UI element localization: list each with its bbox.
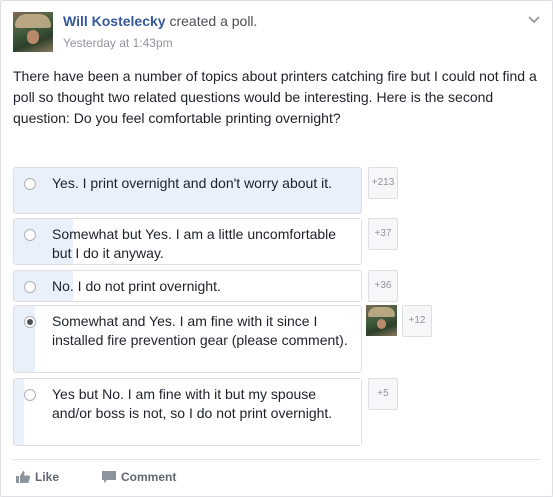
post-card: Will Kostelecky created a poll. Yesterda… (0, 0, 553, 497)
poll-option-label: Somewhat and Yes. I am fine with it sinc… (52, 313, 348, 348)
voter-avatar[interactable] (366, 305, 397, 336)
comment-button[interactable]: Comment (101, 469, 191, 485)
post-action-text: created a poll. (165, 13, 258, 29)
vote-count-badge[interactable]: +213 (368, 167, 398, 199)
chevron-down-icon[interactable] (526, 13, 542, 27)
comment-label: Comment (121, 470, 177, 484)
poll-option[interactable]: Yes but No. I am fine with it but my spo… (13, 378, 362, 446)
vote-count-badge[interactable]: +5 (368, 378, 398, 410)
post-body-text: There have been a number of topics about… (13, 68, 537, 126)
avatar-face (27, 30, 39, 44)
poll-option[interactable]: Somewhat but Yes. I am a little uncomfor… (13, 218, 362, 265)
post-header: Will Kostelecky created a poll. (63, 13, 257, 29)
vote-count-badge[interactable]: +37 (368, 218, 398, 250)
radio-button[interactable] (24, 229, 36, 241)
author-name-link[interactable]: Will Kostelecky (63, 13, 166, 29)
comment-bubble-icon (102, 471, 116, 483)
poll-option[interactable]: Somewhat and Yes. I am fine with it sinc… (13, 305, 362, 373)
like-label: Like (35, 470, 60, 484)
like-button[interactable]: Like (15, 469, 75, 485)
radio-button[interactable] (24, 178, 36, 190)
radio-button[interactable] (24, 389, 36, 401)
radio-button[interactable] (24, 281, 36, 293)
avatar-umbrella (15, 14, 51, 28)
voter-avatar-face (377, 319, 386, 329)
poll-option-fill (14, 379, 25, 445)
poll-option-label: No. I do not print overnight. (52, 278, 221, 294)
vote-count-badge[interactable]: +12 (402, 305, 432, 337)
author-avatar[interactable] (13, 12, 53, 52)
poll-option-label: Yes but No. I am fine with it but my spo… (52, 386, 333, 421)
vote-count-badge[interactable]: +36 (368, 270, 398, 302)
thumbs-up-icon (16, 471, 31, 483)
poll-option-label: Somewhat but Yes. I am a little uncomfor… (52, 226, 337, 261)
poll-option[interactable]: No. I do not print overnight. (13, 270, 362, 302)
radio-button[interactable] (24, 316, 36, 328)
voter-avatar-umbrella (368, 307, 395, 317)
post-timestamp[interactable]: Yesterday at 1:43pm (63, 36, 173, 50)
poll-option-label: Yes. I print overnight and don't worry a… (52, 175, 332, 191)
action-bar-divider (13, 459, 540, 460)
poll-option[interactable]: Yes. I print overnight and don't worry a… (13, 167, 362, 214)
